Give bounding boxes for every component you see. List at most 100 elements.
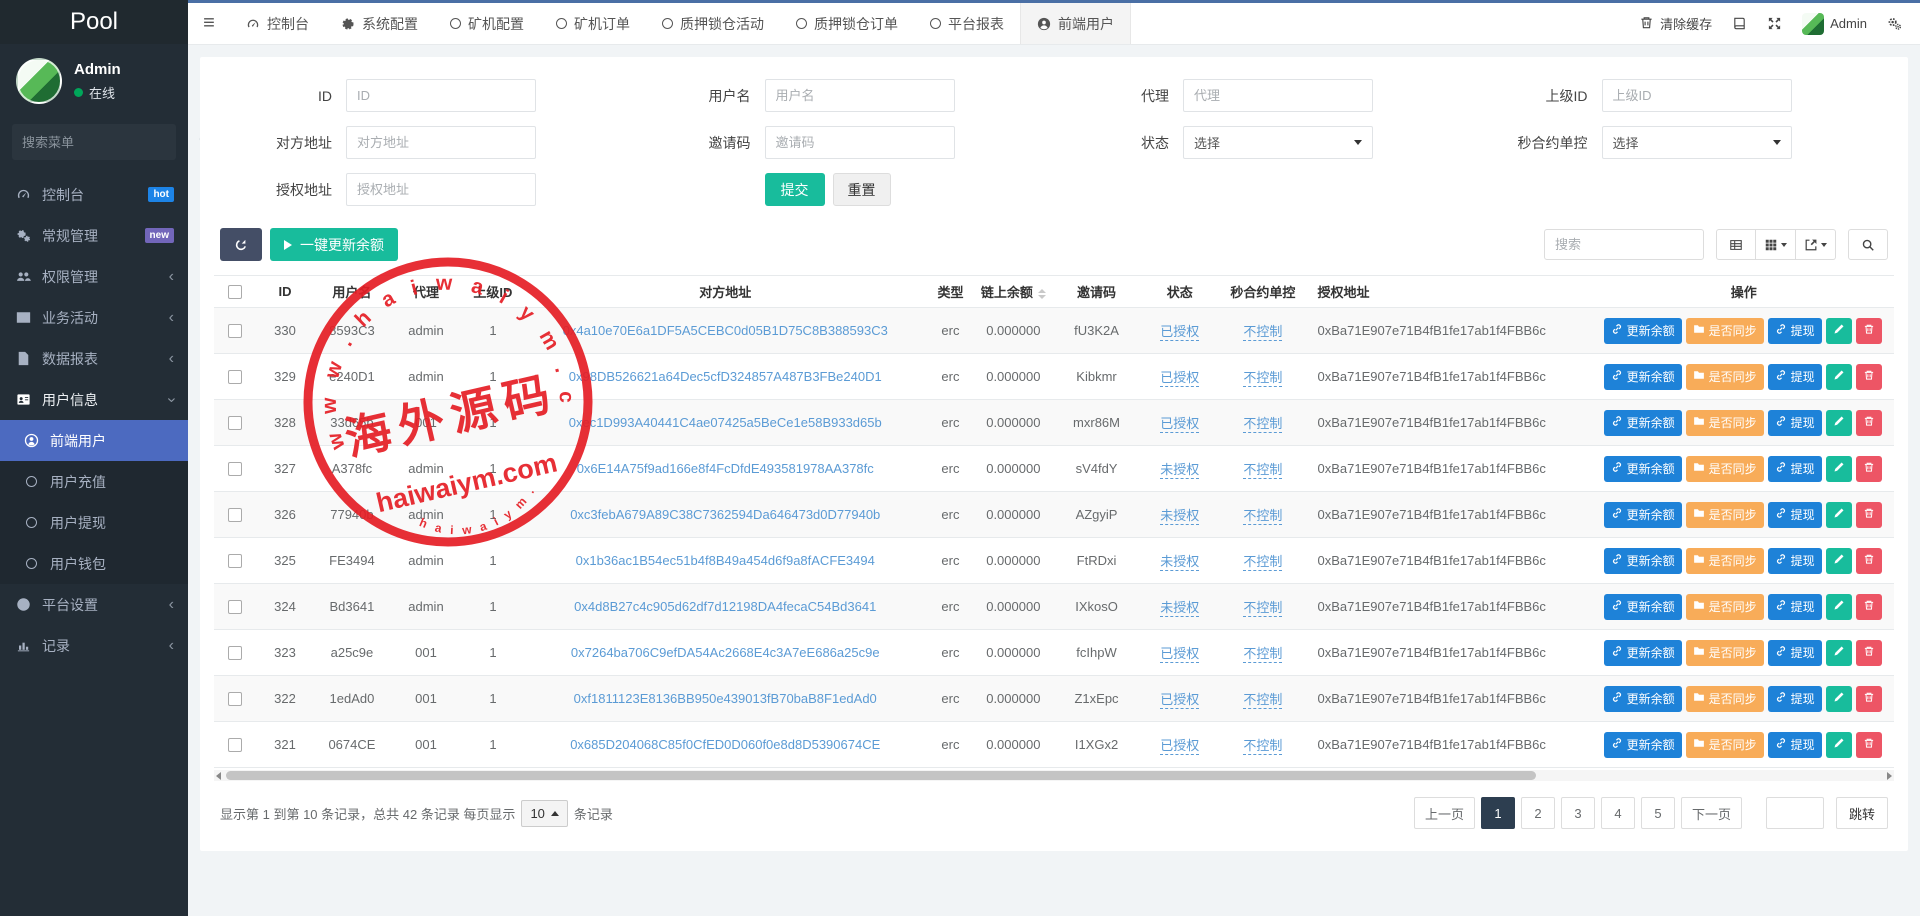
edit-button[interactable]	[1826, 318, 1852, 344]
contract-control-link[interactable]: 不控制	[1243, 692, 1282, 709]
page-button-2[interactable]: 2	[1521, 797, 1555, 829]
fullscreen-icon[interactable]	[1767, 16, 1782, 31]
delete-button[interactable]	[1856, 686, 1882, 712]
horizontal-scrollbar[interactable]	[214, 770, 1894, 781]
withdraw-button[interactable]: 提现	[1768, 364, 1822, 390]
update-balance-button[interactable]: 更新余额	[1604, 318, 1682, 344]
filter-auth-address-input[interactable]	[346, 173, 536, 206]
update-balance-button[interactable]: 更新余额	[1604, 594, 1682, 620]
row-checkbox[interactable]	[228, 416, 242, 430]
row-checkbox[interactable]	[228, 324, 242, 338]
filter-parent-id-input[interactable]	[1602, 79, 1792, 112]
tab-3[interactable]: 矿机订单	[540, 3, 646, 44]
status-link[interactable]: 已授权	[1160, 646, 1199, 663]
sidebar-item-9[interactable]: 用户钱包	[0, 543, 188, 584]
status-link[interactable]: 未授权	[1160, 600, 1199, 617]
sync-button[interactable]: 是否同步	[1686, 364, 1764, 390]
edit-button[interactable]	[1826, 732, 1852, 758]
status-link[interactable]: 已授权	[1160, 324, 1199, 341]
contract-control-link[interactable]: 不控制	[1243, 324, 1282, 341]
row-checkbox[interactable]	[228, 370, 242, 384]
status-link[interactable]: 未授权	[1160, 462, 1199, 479]
edit-button[interactable]	[1826, 456, 1852, 482]
columns-button[interactable]	[1756, 229, 1796, 260]
edit-button[interactable]	[1826, 364, 1852, 390]
address-link[interactable]: 0xc3febA679A89C38C7362594Da646473d0D7794…	[570, 507, 880, 522]
select-all-checkbox[interactable]	[228, 285, 242, 299]
sync-button[interactable]: 是否同步	[1686, 502, 1764, 528]
row-checkbox[interactable]	[228, 692, 242, 706]
sidebar-item-1[interactable]: 常规管理new	[0, 215, 188, 256]
address-link[interactable]: 0x7264ba706C9efDA54Ac2668E4c3A7eE686a25c…	[571, 645, 880, 660]
address-link[interactable]: 0x4a10e70E6a1DF5A5CEBC0d05B1D75C8B388593…	[563, 323, 888, 338]
address-link[interactable]: 0x4d8B27c4c905d62df7d12198DA4fecaC54Bd36…	[574, 599, 876, 614]
export-button[interactable]	[1796, 229, 1836, 260]
scrollbar-thumb[interactable]	[226, 771, 1536, 780]
delete-button[interactable]	[1856, 640, 1882, 666]
table-search-input[interactable]	[1544, 229, 1704, 260]
delete-button[interactable]	[1856, 594, 1882, 620]
clear-cache-button[interactable]: 清除缓存	[1639, 14, 1712, 33]
status-link[interactable]: 已授权	[1160, 692, 1199, 709]
sort-icon[interactable]	[1038, 289, 1046, 299]
edit-button[interactable]	[1826, 502, 1852, 528]
contract-control-link[interactable]: 不控制	[1243, 370, 1282, 387]
menu-search-input[interactable]	[22, 135, 198, 150]
sidebar-item-6[interactable]: 前端用户	[0, 420, 188, 461]
delete-button[interactable]	[1856, 318, 1882, 344]
withdraw-button[interactable]: 提现	[1768, 456, 1822, 482]
withdraw-button[interactable]: 提现	[1768, 502, 1822, 528]
next-page-button[interactable]: 下一页	[1681, 797, 1742, 829]
update-all-balances-button[interactable]: 一键更新余额	[270, 228, 398, 261]
withdraw-button[interactable]: 提现	[1768, 732, 1822, 758]
contract-control-link[interactable]: 不控制	[1243, 646, 1282, 663]
refresh-button[interactable]	[220, 228, 262, 261]
sync-button[interactable]: 是否同步	[1686, 686, 1764, 712]
edit-button[interactable]	[1826, 640, 1852, 666]
filter-agent-input[interactable]	[1183, 79, 1373, 112]
row-checkbox[interactable]	[228, 554, 242, 568]
delete-button[interactable]	[1856, 548, 1882, 574]
sidebar-item-4[interactable]: 数据报表‹	[0, 338, 188, 379]
admin-menu[interactable]: Admin	[1802, 13, 1867, 35]
tab-5[interactable]: 质押锁仓订单	[780, 3, 914, 44]
filter-address-input[interactable]	[346, 126, 536, 159]
delete-button[interactable]	[1856, 502, 1882, 528]
address-link[interactable]: 0x6E14A75f9ad166e8f4FcDfdE493581978AA378…	[577, 461, 874, 476]
withdraw-button[interactable]: 提现	[1768, 640, 1822, 666]
scroll-right-icon[interactable]	[1887, 772, 1892, 780]
address-link[interactable]: 0xf1811123E8136BB950e439013fB70baB8F1edA…	[574, 691, 877, 706]
delete-button[interactable]	[1856, 732, 1882, 758]
sidebar-item-2[interactable]: 权限管理‹	[0, 256, 188, 297]
delete-button[interactable]	[1856, 410, 1882, 436]
per-page-select[interactable]: 10	[521, 800, 567, 827]
withdraw-button[interactable]: 提现	[1768, 594, 1822, 620]
sidebar-item-0[interactable]: 控制台hot	[0, 174, 188, 215]
filter-id-input[interactable]	[346, 79, 536, 112]
tab-0[interactable]: 控制台	[230, 3, 325, 44]
jump-page-input[interactable]	[1766, 797, 1824, 829]
row-checkbox[interactable]	[228, 462, 242, 476]
update-balance-button[interactable]: 更新余额	[1604, 548, 1682, 574]
status-link[interactable]: 未授权	[1160, 508, 1199, 525]
edit-button[interactable]	[1826, 686, 1852, 712]
filter-contract-control-select[interactable]: 选择	[1602, 126, 1792, 159]
address-link[interactable]: 0x1b36ac1B54ec51b4f8B49a454d6f9a8fACFE34…	[576, 553, 875, 568]
contract-control-link[interactable]: 不控制	[1243, 416, 1282, 433]
tab-2[interactable]: 矿机配置	[434, 3, 540, 44]
status-link[interactable]: 已授权	[1160, 416, 1199, 433]
contract-control-link[interactable]: 不控制	[1243, 738, 1282, 755]
row-checkbox[interactable]	[228, 600, 242, 614]
contract-control-link[interactable]: 不控制	[1243, 508, 1282, 525]
tab-4[interactable]: 质押锁仓活动	[646, 3, 780, 44]
edit-button[interactable]	[1826, 410, 1852, 436]
sidebar-item-11[interactable]: 记录‹	[0, 625, 188, 666]
row-checkbox[interactable]	[228, 646, 242, 660]
submit-button[interactable]: 提交	[765, 173, 825, 206]
address-link[interactable]: 0xec1D993A40441C4ae07425a5BeCe1e58B933d6…	[569, 415, 882, 430]
edit-button[interactable]	[1826, 594, 1852, 620]
address-link[interactable]: 0x98DB526621a64Dec5cfD324857A487B3FBe240…	[569, 369, 882, 384]
update-balance-button[interactable]: 更新余额	[1604, 364, 1682, 390]
row-checkbox[interactable]	[228, 508, 242, 522]
status-link[interactable]: 未授权	[1160, 554, 1199, 571]
